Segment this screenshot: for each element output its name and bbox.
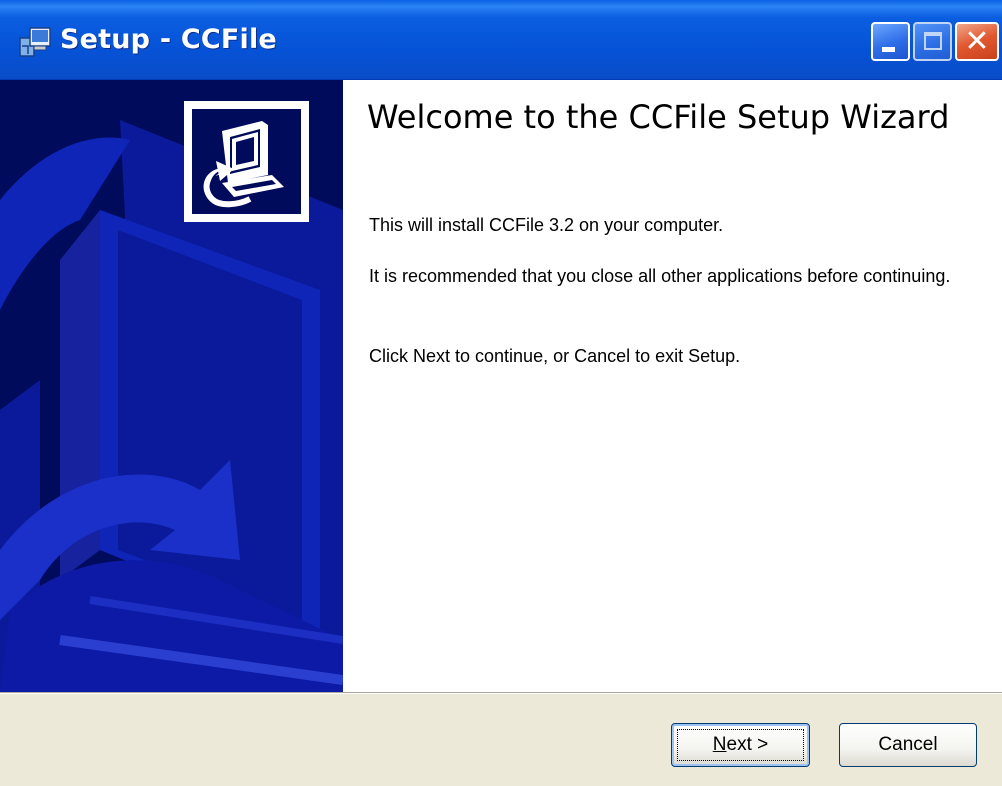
setup-icon — [18, 24, 52, 58]
close-apps-recommendation: It is recommended that you close all oth… — [369, 266, 951, 286]
next-button[interactable]: Next > — [671, 723, 810, 767]
welcome-heading: Welcome to the CCFile Setup Wizard — [367, 98, 950, 136]
window-title: Setup - CCFile — [60, 24, 277, 55]
logo-frame — [184, 101, 309, 222]
wizard-content — [343, 80, 1002, 692]
next-cancel-instruction: Click Next to continue, or Cancel to exi… — [369, 346, 741, 366]
wizard-side-image — [0, 80, 343, 692]
maximize-icon — [924, 32, 942, 50]
focus-rect — [677, 729, 804, 761]
close-icon: ✕ — [964, 24, 990, 59]
minimize-button[interactable] — [871, 22, 910, 61]
install-description: This will install CCFile 3.2 on your com… — [369, 215, 724, 235]
maximize-button[interactable] — [913, 22, 952, 61]
computer-install-icon — [192, 109, 301, 214]
cancel-button[interactable]: Cancel — [839, 723, 977, 767]
minimize-icon — [882, 47, 895, 52]
title-bar[interactable]: Setup - CCFile ✕ — [0, 0, 1002, 80]
close-button[interactable]: ✕ — [955, 22, 999, 61]
